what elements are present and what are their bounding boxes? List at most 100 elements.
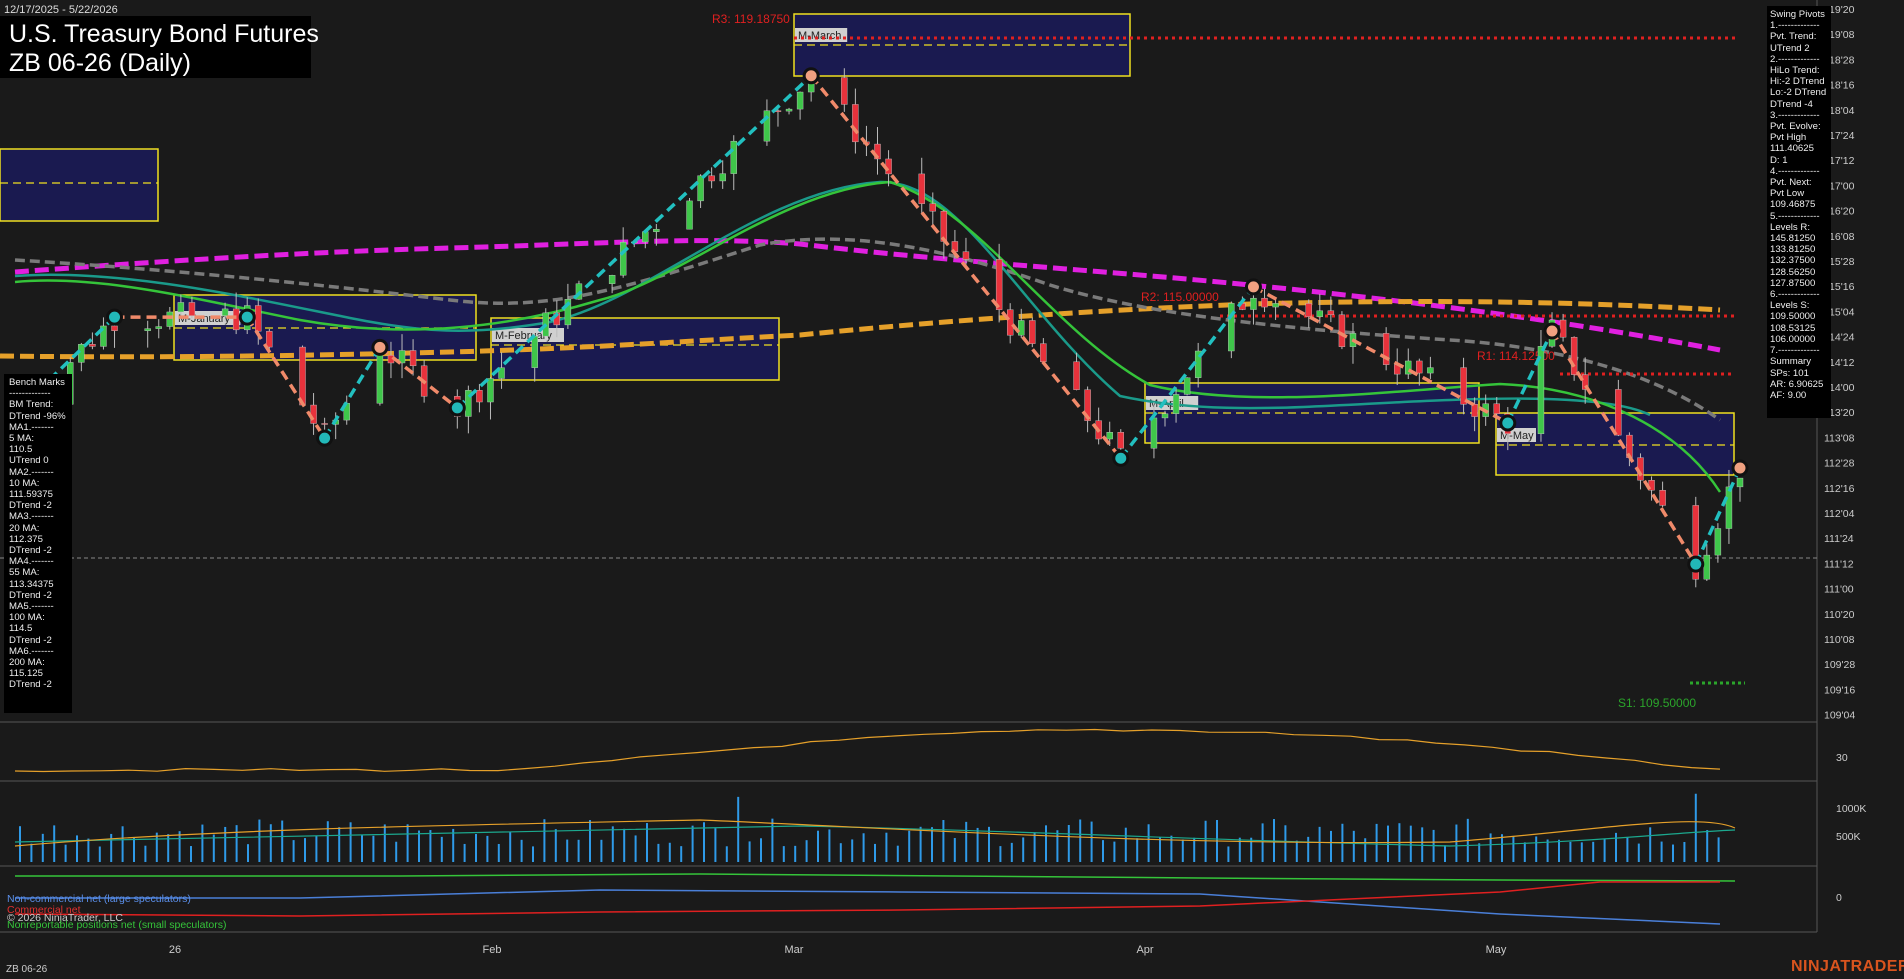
candle: [1018, 308, 1025, 338]
price-tick-label: 110'20: [1824, 609, 1855, 621]
price-chart[interactable]: 119'20119'08118'28118'16118'04117'24117'…: [0, 0, 1904, 979]
candle-body: [1040, 343, 1047, 362]
candle: [1305, 299, 1312, 328]
price-tick-label: 113'08: [1824, 432, 1855, 444]
candle: [940, 209, 948, 259]
cot-nonreportable-line: [15, 873, 1736, 882]
swing-pivot-marker: [371, 338, 389, 356]
s1-label: S1: 109.50000: [1618, 696, 1696, 710]
candle-body: [1570, 336, 1578, 375]
candle-body: [1161, 413, 1169, 419]
price-tick-label: 112'16: [1824, 483, 1855, 495]
candle: [487, 376, 494, 420]
price-tick-label: 109'28: [1824, 659, 1855, 671]
candle-body: [232, 308, 240, 331]
price-tick-label: 112'28: [1824, 458, 1855, 470]
price-tick-label: 109'16: [1824, 684, 1855, 696]
candle-body: [918, 173, 925, 204]
candle-body: [962, 251, 970, 260]
candle: [1338, 311, 1346, 350]
instrument-subtitle: ZB 06-26 (Daily): [9, 49, 191, 77]
candle: [1659, 481, 1666, 508]
benchmarks-text: Bench Marks ------------- BM Trend: DTre…: [9, 377, 66, 691]
candle-body: [1471, 404, 1478, 417]
candle: [155, 319, 162, 339]
instrument-title: U.S. Treasury Bond Futures: [9, 20, 319, 48]
candle-body: [221, 308, 229, 316]
candle: [343, 395, 350, 425]
candle-body: [255, 305, 262, 332]
candle-body: [852, 104, 859, 143]
candle-body: [1029, 320, 1036, 344]
candle: [774, 109, 782, 127]
candle: [1615, 379, 1622, 437]
price-tick-label: 112'04: [1824, 508, 1855, 520]
x-tick-label: Apr: [1136, 944, 1153, 956]
price-tick-label: 110'08: [1824, 634, 1855, 646]
x-tick-label: Feb: [483, 944, 502, 956]
brand-logo: NINJATRADER: [1791, 958, 1904, 975]
candle-body: [653, 228, 660, 232]
candle: [1736, 477, 1744, 502]
candle-body: [1150, 417, 1158, 449]
swing-pivot-marker: [316, 429, 334, 447]
candle-body: [619, 241, 627, 276]
cot-axis-zero: 0: [1836, 892, 1842, 904]
value-area-zone: [0, 148, 159, 222]
candle-body: [1117, 432, 1124, 449]
candle: [1570, 336, 1578, 381]
candle-body: [841, 77, 848, 105]
candle-body: [321, 423, 328, 425]
candle-body: [1703, 554, 1711, 580]
candle-body: [1261, 297, 1268, 308]
candle: [476, 383, 483, 413]
zone-label-march: M-March: [798, 30, 841, 42]
candle-body: [929, 203, 936, 212]
volume-avg-line: [14, 825, 1736, 847]
candle-body: [409, 350, 417, 367]
candle: [1029, 317, 1036, 348]
candle-body: [1106, 432, 1113, 440]
candle-body: [1659, 490, 1666, 506]
candle-body: [1006, 309, 1014, 336]
swing-pivot-marker: [1543, 322, 1561, 340]
candle: [608, 274, 616, 294]
candle-body: [531, 335, 538, 368]
candle: [1427, 356, 1434, 379]
swing-pivot-marker: [1731, 459, 1749, 477]
candle-body: [1559, 319, 1567, 338]
swing-pivot-marker: [1244, 278, 1262, 296]
candle-body: [785, 108, 793, 112]
candle: [1416, 358, 1423, 386]
candle: [1559, 313, 1567, 342]
swing-pivots-panel: Swing Pivots 1.------------- Pvt. Trend:…: [1767, 6, 1831, 418]
candle-body: [697, 175, 704, 202]
candle: [1084, 386, 1091, 433]
candle-body: [1493, 403, 1500, 414]
swing-pivot-marker: [106, 308, 124, 326]
value-area-zone: [793, 13, 1131, 77]
candle-body: [1416, 360, 1423, 374]
candle: [1714, 523, 1722, 563]
candle-body: [1327, 310, 1335, 316]
swing-pivots-text: Swing Pivots 1.------------- Pvt. Trend:…: [1770, 9, 1827, 401]
candle-body: [708, 175, 715, 182]
price-tick-label: 111'00: [1824, 584, 1854, 596]
candle-body: [1183, 377, 1191, 395]
candle: [763, 99, 771, 146]
candle: [918, 157, 925, 214]
candle: [1040, 338, 1047, 363]
candle-body: [376, 355, 384, 404]
candle-body: [1250, 297, 1257, 310]
candle: [708, 167, 715, 189]
legend-nonreportable: Nonreportable positions net (small specu…: [7, 919, 227, 931]
candle-body: [177, 302, 185, 313]
candle: [697, 174, 704, 208]
candle: [796, 91, 804, 120]
open-interest-line: [14, 728, 1721, 773]
volume-axis-mid: 500K: [1836, 831, 1861, 843]
r3-label: R3: 119.18750: [712, 12, 790, 26]
r2-label: R2: 115.00000: [1141, 290, 1219, 304]
swing-pivot-marker: [1112, 449, 1130, 467]
candle: [310, 393, 317, 435]
